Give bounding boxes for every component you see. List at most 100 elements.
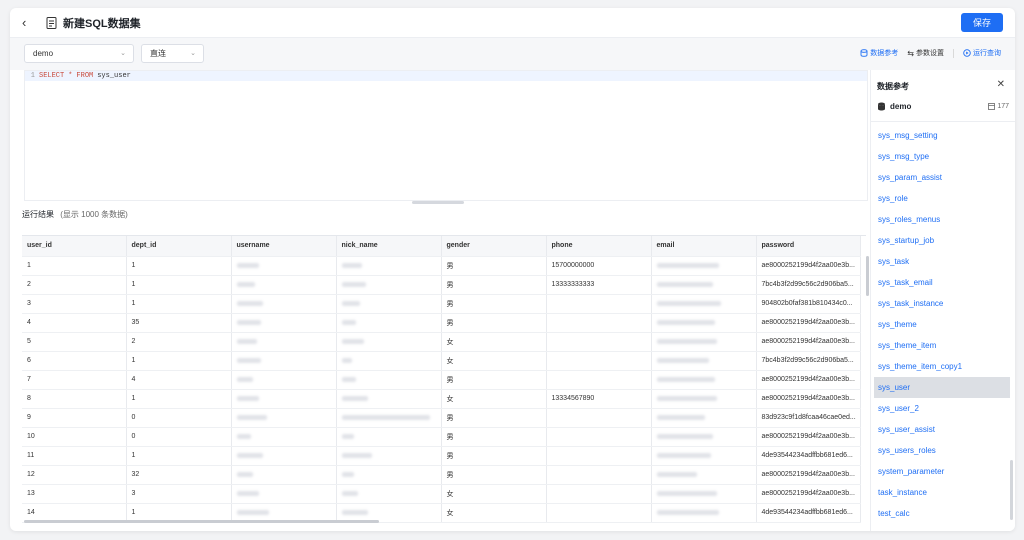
table-list-item[interactable]: system_parameter (874, 461, 1010, 482)
cell-dept-id[interactable]: 1 (126, 446, 232, 466)
cell-user-id[interactable]: 6 (22, 351, 127, 371)
cell-email[interactable] (651, 427, 757, 447)
cell-gender[interactable]: 男 (441, 294, 547, 314)
cell-nick-name[interactable] (336, 427, 442, 447)
cell-user-id[interactable]: 10 (22, 427, 127, 447)
table-row[interactable]: 10 0 男 ae8000252199d4f2aa00e3b... (22, 427, 861, 447)
cell-gender[interactable]: 男 (441, 370, 547, 390)
table-list-item[interactable]: sys_msg_setting (874, 125, 1010, 146)
cell-nick-name[interactable] (336, 446, 442, 466)
cell-user-id[interactable]: 12 (22, 465, 127, 485)
cell-phone[interactable]: 13334567890 (546, 389, 652, 409)
cell-phone[interactable]: 15700000000 (546, 256, 652, 276)
cell-dept-id[interactable]: 0 (126, 408, 232, 428)
cell-username[interactable] (231, 351, 337, 371)
table-list-item[interactable]: test_calc (874, 503, 1010, 524)
datasource-select[interactable]: demo ⌄ (24, 44, 134, 63)
cell-nick-name[interactable] (336, 465, 442, 485)
cell-gender[interactable]: 男 (441, 446, 547, 466)
column-header-username[interactable]: username (231, 236, 337, 257)
cell-password[interactable]: ae8000252199d4f2aa00e3b... (756, 389, 861, 409)
cell-password[interactable]: 4de93544234adffbb681ed6... (756, 503, 861, 523)
table-row[interactable]: 12 32 男 ae8000252199d4f2aa00e3b... (22, 465, 861, 485)
cell-password[interactable]: ae8000252199d4f2aa00e3b... (756, 256, 861, 276)
cell-password[interactable]: 4de93544234adffbb681ed6... (756, 446, 861, 466)
cell-user-id[interactable]: 4 (22, 313, 127, 333)
column-header-email[interactable]: email (651, 236, 757, 257)
cell-email[interactable] (651, 484, 757, 504)
cell-phone[interactable] (546, 332, 652, 352)
run-query-button[interactable]: 运行查询 (963, 48, 1001, 58)
cell-password[interactable]: 904802b0faf381b810434c0... (756, 294, 861, 314)
cell-nick-name[interactable] (336, 389, 442, 409)
grid-vertical-scrollbar[interactable] (866, 256, 869, 296)
cell-gender[interactable]: 女 (441, 351, 547, 371)
table-row[interactable]: 1 1 男 15700000000 ae8000252199d4f2aa00e3b... (22, 256, 861, 276)
table-list-item[interactable]: sys_user (874, 377, 1010, 398)
table-list-item[interactable]: sys_theme (874, 314, 1010, 335)
cell-email[interactable] (651, 275, 757, 295)
cell-phone[interactable] (546, 294, 652, 314)
cell-gender[interactable]: 男 (441, 256, 547, 276)
cell-username[interactable] (231, 465, 337, 485)
cell-username[interactable] (231, 275, 337, 295)
cell-password[interactable]: 7bc4b3f2d99c56c2d906ba5... (756, 275, 861, 295)
cell-gender[interactable]: 男 (441, 275, 547, 295)
column-header-dept-id[interactable]: dept_id (126, 236, 232, 257)
cell-email[interactable] (651, 503, 757, 523)
cell-phone[interactable] (546, 427, 652, 447)
cell-phone[interactable] (546, 351, 652, 371)
cell-nick-name[interactable] (336, 275, 442, 295)
cell-password[interactable]: ae8000252199d4f2aa00e3b... (756, 427, 861, 447)
cell-email[interactable] (651, 446, 757, 466)
cell-nick-name[interactable] (336, 351, 442, 371)
cell-nick-name[interactable] (336, 484, 442, 504)
column-header-nick-name[interactable]: nick_name (336, 236, 442, 257)
cell-user-id[interactable]: 3 (22, 294, 127, 314)
cell-password[interactable]: ae8000252199d4f2aa00e3b... (756, 484, 861, 504)
grid-horizontal-scrollbar[interactable] (24, 520, 379, 523)
cell-gender[interactable]: 男 (441, 313, 547, 333)
table-row[interactable]: 4 35 男 ae8000252199d4f2aa00e3b... (22, 313, 861, 333)
cell-user-id[interactable]: 13 (22, 484, 127, 504)
cell-email[interactable] (651, 408, 757, 428)
editor-resize-handle[interactable] (412, 201, 464, 204)
cell-nick-name[interactable] (336, 256, 442, 276)
cell-password[interactable]: ae8000252199d4f2aa00e3b... (756, 313, 861, 333)
sql-editor[interactable]: 1 SELECT * FROM sys_user (24, 70, 868, 201)
cell-user-id[interactable]: 7 (22, 370, 127, 390)
table-list-item[interactable]: sys_msg_type (874, 146, 1010, 167)
cell-gender[interactable]: 女 (441, 484, 547, 504)
cell-username[interactable] (231, 332, 337, 352)
cell-dept-id[interactable]: 35 (126, 313, 232, 333)
cell-phone[interactable] (546, 484, 652, 504)
cell-user-id[interactable]: 5 (22, 332, 127, 352)
cell-password[interactable]: 83d923c9f1d8fcaa46cae0ed... (756, 408, 861, 428)
cell-password[interactable]: ae8000252199d4f2aa00e3b... (756, 465, 861, 485)
cell-nick-name[interactable] (336, 408, 442, 428)
cell-user-id[interactable]: 8 (22, 389, 127, 409)
table-row[interactable]: 5 2 女 ae8000252199d4f2aa00e3b... (22, 332, 861, 352)
cell-dept-id[interactable]: 32 (126, 465, 232, 485)
param-settings-button[interactable]: ⇆ 参数设置 (907, 48, 944, 58)
table-row[interactable]: 8 1 女 13334567890 ae8000252199d4f2aa00e3b... (22, 389, 861, 409)
table-list-item[interactable]: sys_task_email (874, 272, 1010, 293)
cell-phone[interactable] (546, 465, 652, 485)
table-list-item[interactable]: sys_startup_job (874, 230, 1010, 251)
cell-email[interactable] (651, 351, 757, 371)
column-header-gender[interactable]: gender (441, 236, 547, 257)
table-list-item[interactable]: sys_user_assist (874, 419, 1010, 440)
cell-dept-id[interactable]: 1 (126, 389, 232, 409)
cell-gender[interactable]: 女 (441, 332, 547, 352)
cell-phone[interactable] (546, 446, 652, 466)
cell-email[interactable] (651, 370, 757, 390)
cell-username[interactable] (231, 408, 337, 428)
cell-nick-name[interactable] (336, 332, 442, 352)
cell-phone[interactable]: 13333333333 (546, 275, 652, 295)
cell-user-id[interactable]: 9 (22, 408, 127, 428)
cell-password[interactable]: ae8000252199d4f2aa00e3b... (756, 332, 861, 352)
cell-email[interactable] (651, 294, 757, 314)
cell-dept-id[interactable]: 1 (126, 275, 232, 295)
cell-dept-id[interactable]: 1 (126, 294, 232, 314)
data-ref-button[interactable]: 数据参考 (860, 48, 898, 58)
